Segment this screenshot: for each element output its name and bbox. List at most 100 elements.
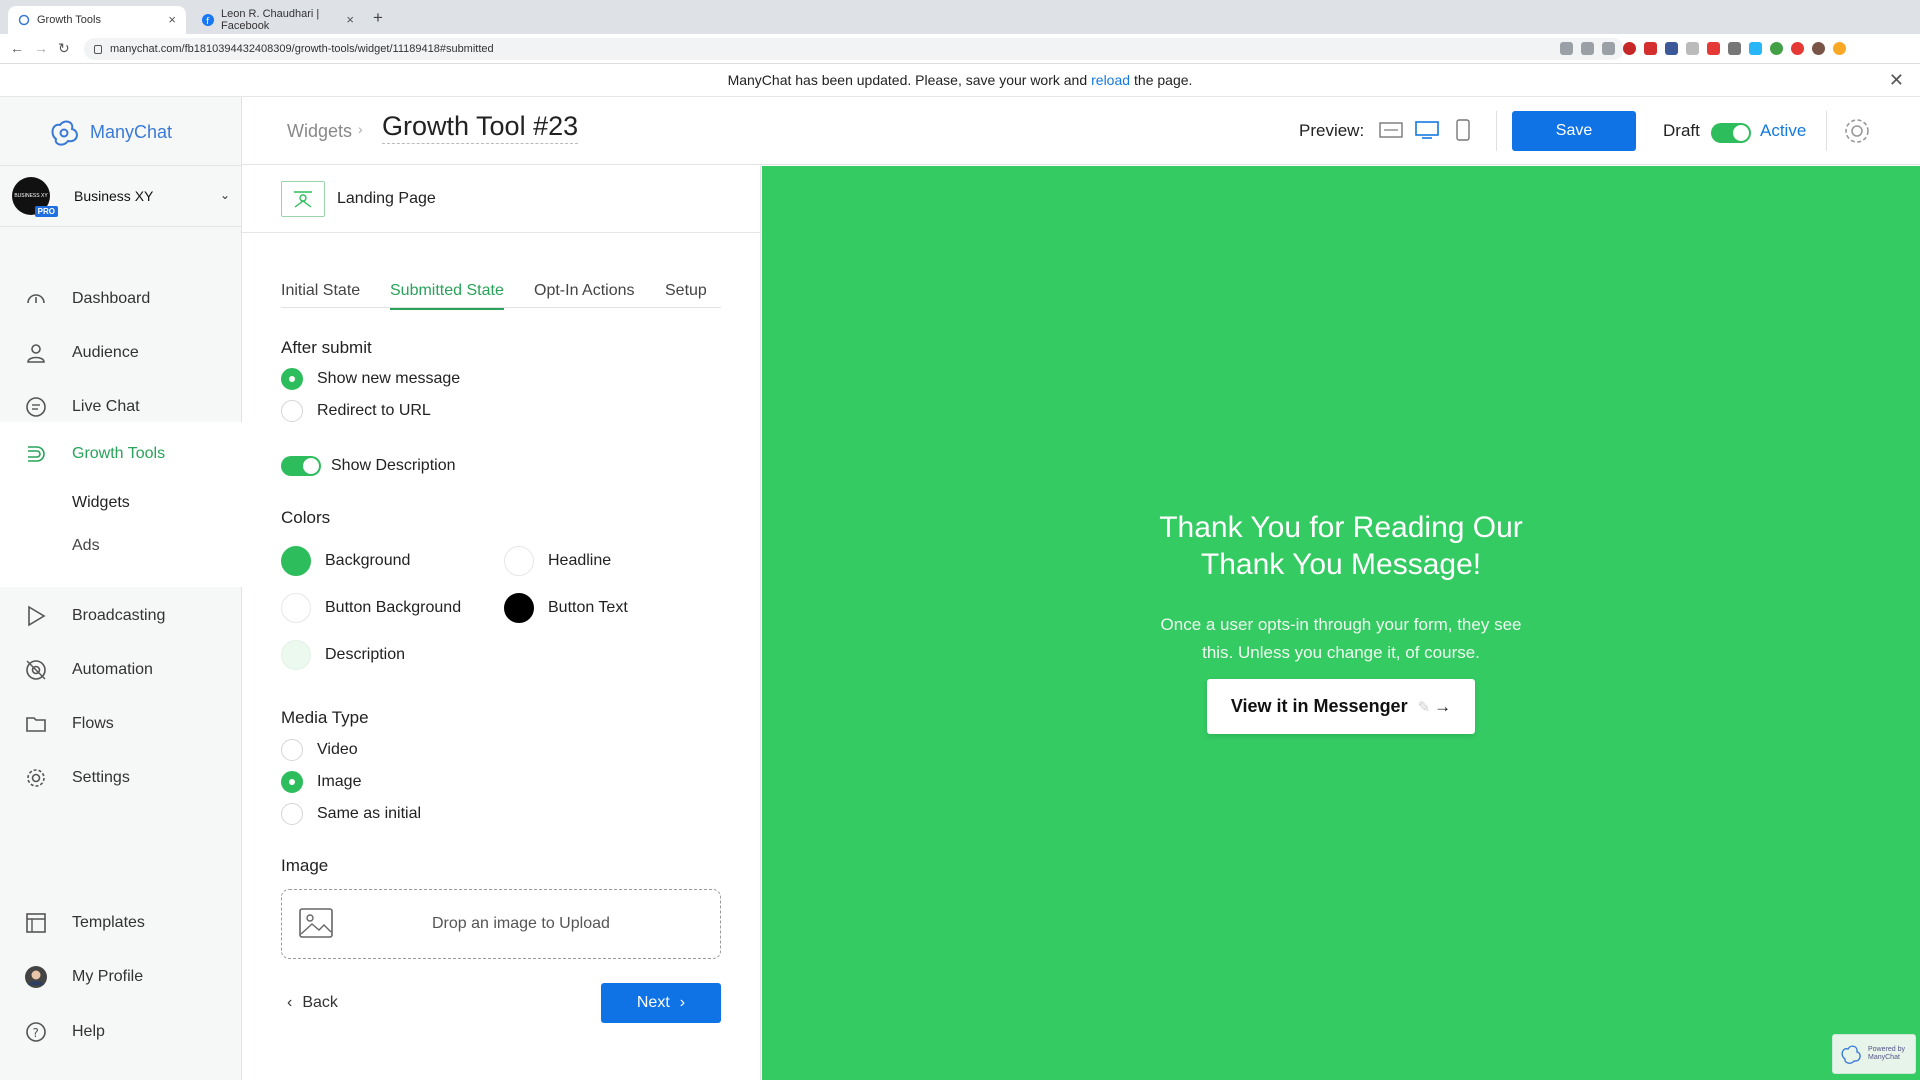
draft-label: Draft — [1663, 121, 1700, 140]
account-name: Business XY — [74, 188, 154, 204]
radio-show-new-message[interactable]: Show new message — [281, 368, 460, 390]
badge-line: ManyChat — [1868, 1054, 1900, 1061]
preview-headline-line: Thank You for Reading Our — [1159, 511, 1523, 544]
tab-title: Leon R. Chaudhari | Facebook — [221, 8, 320, 32]
save-button[interactable]: Save — [1512, 111, 1636, 151]
breadcrumb-chevron-icon: › — [358, 121, 363, 137]
automation-icon — [26, 660, 46, 680]
tab-setup[interactable]: Setup — [665, 282, 707, 308]
color-swatch[interactable] — [504, 546, 534, 576]
tab-initial-state[interactable]: Initial State — [281, 282, 360, 308]
sidebar-item-broadcasting[interactable]: Broadcasting — [0, 594, 242, 638]
reload-icon[interactable]: ↻ — [58, 40, 70, 57]
color-swatch[interactable] — [504, 593, 534, 623]
update-icon[interactable] — [1833, 42, 1846, 55]
browser-tab-growth-tools[interactable]: Growth Tools × — [8, 6, 186, 34]
widget-type-header[interactable]: Landing Page — [242, 166, 761, 233]
sidebar-item-label: Dashboard — [72, 290, 151, 307]
color-background[interactable]: Background — [281, 546, 410, 576]
radio-label: Redirect to URL — [317, 402, 431, 419]
manychat-logo-icon — [51, 120, 78, 146]
settings-gear-icon[interactable] — [1842, 116, 1872, 146]
extension-icon[interactable] — [1623, 42, 1636, 55]
pencil-icon[interactable]: ✎ — [1418, 698, 1431, 716]
extension-icon[interactable] — [1686, 42, 1699, 55]
sidebar-item-dashboard[interactable]: Dashboard — [0, 277, 242, 321]
extension-icon[interactable] — [1644, 42, 1657, 55]
status-toggle[interactable] — [1711, 123, 1751, 143]
sidebar-item-automation[interactable]: Automation — [0, 648, 242, 692]
color-headline[interactable]: Headline — [504, 546, 611, 576]
chevron-left-icon: ‹ — [287, 994, 293, 1011]
color-swatch[interactable] — [281, 640, 311, 670]
star-icon[interactable] — [1602, 42, 1615, 55]
extension-icon[interactable] — [1707, 42, 1720, 55]
color-label: Headline — [548, 552, 612, 569]
reload-link[interactable]: reload — [1091, 72, 1130, 88]
sidebar-subitem-widgets[interactable]: Widgets — [72, 494, 130, 512]
desktop-preview-icon[interactable] — [1414, 119, 1440, 141]
back-arrow-icon[interactable]: ← — [10, 40, 24, 56]
fullwidth-preview-icon[interactable] — [1378, 119, 1404, 141]
radio-button — [281, 400, 303, 422]
account-switcher[interactable]: BUSINESS XY PRO Business XY ⌄ — [0, 165, 242, 227]
sidebar-item-settings[interactable]: Settings — [0, 756, 242, 800]
preview-description[interactable]: Once a user opts-in through your form, t… — [762, 611, 1920, 667]
image-dropzone[interactable]: Drop an image to Upload — [281, 889, 721, 959]
view-in-messenger-button[interactable]: View it in Messenger ✎ → — [1207, 679, 1475, 734]
translate-icon[interactable] — [1560, 42, 1573, 55]
radio-same-as-initial[interactable]: Same as initial — [281, 803, 421, 825]
radio-button — [281, 739, 303, 761]
new-tab-button[interactable]: + — [373, 8, 383, 28]
manychat-logo[interactable]: ManyChat — [48, 117, 172, 147]
widget-type-title: Landing Page — [337, 190, 436, 207]
sidebar-item-my-profile[interactable]: My Profile — [0, 955, 242, 999]
preview-headline[interactable]: Thank You for Reading Our Thank You Mess… — [762, 509, 1920, 583]
sidebar-item-flows[interactable]: Flows — [0, 702, 242, 746]
color-description[interactable]: Description — [281, 640, 405, 670]
tab-close-icon[interactable]: × — [346, 12, 354, 27]
show-description-toggle-row[interactable]: Show Description — [281, 456, 456, 476]
powered-by-badge[interactable]: Powered by ManyChat — [1832, 1034, 1916, 1074]
mobile-preview-icon[interactable] — [1450, 119, 1476, 141]
back-button[interactable]: ‹ Back — [287, 994, 338, 1012]
sidebar-item-templates[interactable]: Templates — [0, 901, 242, 945]
breadcrumb-widgets[interactable]: Widgets — [287, 121, 352, 142]
zoom-icon[interactable] — [1581, 42, 1594, 55]
forward-arrow-icon[interactable]: → — [34, 40, 48, 56]
color-label: Background — [325, 552, 411, 569]
page-title[interactable]: Growth Tool #23 — [382, 111, 579, 144]
color-swatch[interactable] — [281, 593, 311, 623]
radio-button — [281, 771, 303, 793]
color-button-text[interactable]: Button Text — [504, 593, 628, 623]
next-button[interactable]: Next › — [601, 983, 721, 1023]
notice-close-icon[interactable]: ✕ — [1889, 70, 1904, 91]
browser-tab-facebook[interactable]: f Leon R. Chaudhari | Facebook × — [192, 6, 364, 34]
extension-icon[interactable] — [1791, 42, 1804, 55]
sidebar-subitem-ads[interactable]: Ads — [72, 537, 100, 555]
color-label: Button Text — [548, 599, 628, 616]
extension-icon[interactable] — [1665, 42, 1678, 55]
back-label: Back — [302, 994, 338, 1011]
color-swatch[interactable] — [281, 546, 311, 576]
color-button-background[interactable]: Button Background — [281, 593, 461, 623]
url-field[interactable]: manychat.com/fb181039443240830​9/growth-… — [84, 38, 1624, 60]
sidebar-item-help[interactable]: ? Help — [0, 1010, 242, 1054]
tab-close-icon[interactable]: × — [168, 12, 176, 27]
sidebar-item-label: My Profile — [72, 968, 144, 985]
chevron-right-icon: › — [679, 994, 686, 1011]
radio-video[interactable]: Video — [281, 739, 358, 761]
tab-submitted-state[interactable]: Submitted State — [390, 282, 504, 310]
extension-icon[interactable] — [1749, 42, 1762, 55]
chat-icon — [26, 397, 46, 417]
sidebar-item-label: Flows — [72, 715, 114, 732]
sidebar-item-growth-tools[interactable]: Growth Tools — [0, 432, 242, 476]
radio-image[interactable]: Image — [281, 771, 361, 793]
sidebar-item-audience[interactable]: Audience — [0, 331, 242, 375]
extension-icon[interactable] — [1770, 42, 1783, 55]
profile-avatar-icon[interactable] — [1812, 42, 1825, 55]
show-description-toggle[interactable] — [281, 456, 321, 476]
extension-icon[interactable] — [1728, 42, 1741, 55]
radio-redirect-to-url[interactable]: Redirect to URL — [281, 400, 431, 422]
tab-opt-in-actions[interactable]: Opt-In Actions — [534, 282, 635, 308]
